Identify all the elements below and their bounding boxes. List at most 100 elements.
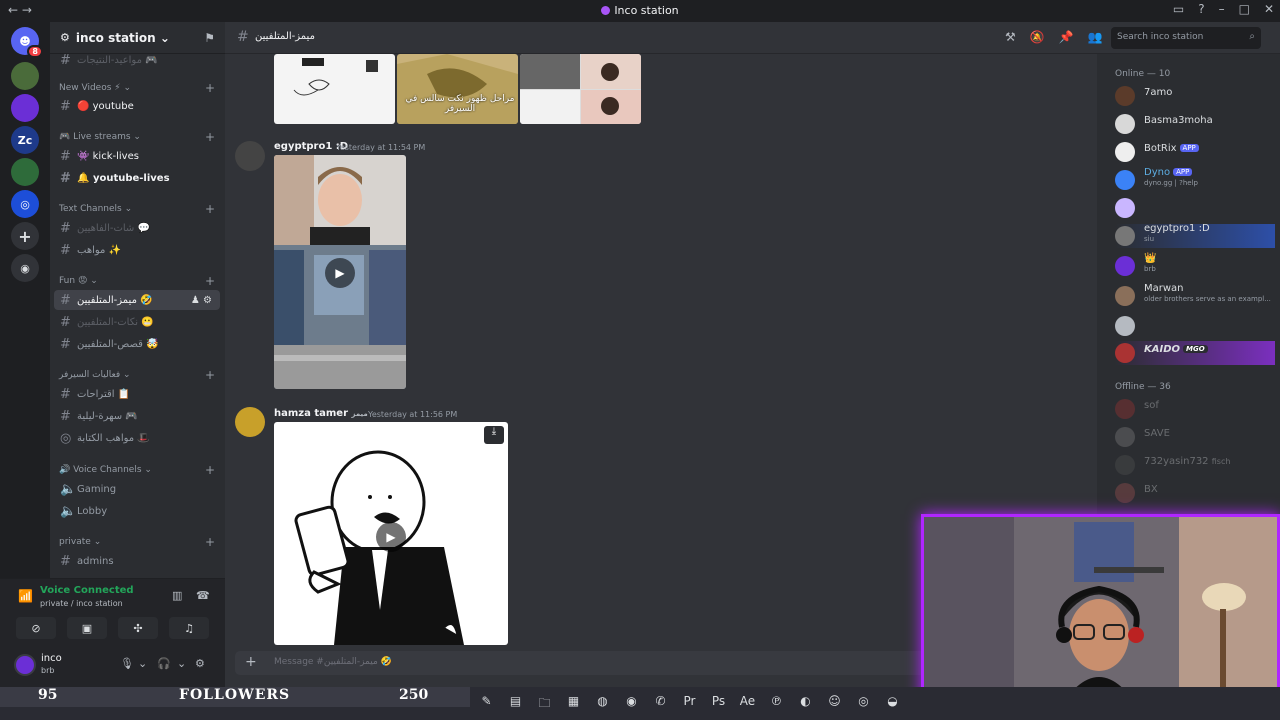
member-item[interactable]: 👑 brb (1115, 253, 1275, 278)
help-icon[interactable]: ? (1198, 2, 1204, 16)
settings-gear-icon[interactable]: ⚙ (195, 657, 205, 670)
server-icon[interactable]: ◎ (11, 190, 39, 218)
server-inco-icon[interactable] (11, 94, 39, 122)
calculator-icon[interactable]: ▦ (565, 694, 582, 715)
threads-icon[interactable]: ⚒ (1005, 30, 1016, 44)
maximize-button[interactable]: □ (1239, 2, 1250, 16)
channel-gaming[interactable]: 🔈 Gaming (54, 479, 220, 499)
discover-icon[interactable]: ◉ (11, 254, 39, 282)
camera-button[interactable]: ⊘ (16, 617, 56, 639)
category-text-channels[interactable]: Text Channels ⌄ + (59, 202, 215, 216)
download-icon[interactable]: ⤓ (484, 426, 504, 444)
browser-icon[interactable]: ◍ (594, 694, 611, 715)
chevron-down-icon[interactable]: ⌄ (177, 657, 186, 670)
add-server-icon[interactable]: + (11, 222, 39, 250)
member-item[interactable]: 7amo (1115, 84, 1275, 108)
file-icon[interactable]: ▤ (507, 694, 524, 715)
member-item[interactable]: KAIDO MGO (1115, 341, 1275, 365)
category-server-events[interactable]: فعاليات السيرفر ⌄ + (59, 368, 215, 382)
noise-icon[interactable]: ▥ (172, 589, 182, 602)
channel-kick-lives[interactable]: # 👾 kick-lives (54, 146, 220, 166)
category-live-streams[interactable]: 🎮 Live streams ⌄ + (59, 130, 215, 144)
member-item[interactable]: Basma3moha (1115, 112, 1275, 136)
server-zc-icon[interactable]: Zc (11, 126, 39, 154)
disconnect-icon[interactable]: ☎ (196, 589, 210, 602)
member-item[interactable]: SAVE (1115, 425, 1275, 449)
username[interactable]: inco (41, 653, 62, 664)
channel-item[interactable]: # نكات-المتلفيين 😬 (54, 312, 220, 332)
user-status: brb (41, 666, 55, 675)
minimize-button[interactable]: – (1219, 2, 1225, 16)
home-icon[interactable]: ☻ 8 (11, 27, 43, 58)
premiere-icon[interactable]: Pr (681, 694, 698, 715)
channel-lobby[interactable]: 🔈 Lobby (54, 501, 220, 521)
whatsapp-icon[interactable]: ✆ (652, 694, 669, 715)
video-attachment[interactable]: ▶ (274, 155, 406, 389)
spotify-icon[interactable]: ◉ (623, 694, 640, 715)
play-icon[interactable]: ▶ (325, 258, 355, 288)
server-icon[interactable] (11, 158, 39, 186)
inbox-icon[interactable]: ▭ (1173, 2, 1184, 16)
voice-location[interactable]: private / inco station (40, 599, 123, 608)
search-input[interactable]: Search inco station ⌕ (1111, 27, 1261, 49)
category-private[interactable]: private ⌄ + (59, 535, 215, 549)
invite-icon[interactable]: ⚑ (204, 31, 215, 45)
photoshop-icon[interactable]: Ps (710, 694, 727, 715)
mute-bell-icon[interactable]: 🔕 (1030, 30, 1045, 44)
message-author[interactable]: hamza tamer ميمز (274, 408, 368, 419)
member-item[interactable]: egyptpro1 :D siu (1115, 223, 1275, 248)
avatar[interactable] (14, 654, 36, 676)
channel-youtube-lives[interactable]: # 🔔 youtube-lives (54, 168, 220, 188)
pinterest-icon[interactable]: ℗ (768, 694, 785, 715)
microphone-icon[interactable]: 🎙 (120, 657, 134, 670)
avatar (1115, 86, 1135, 106)
avatar[interactable] (235, 407, 265, 437)
channel-item[interactable]: # اقتراحات 📋 (54, 384, 220, 404)
discord-icon[interactable]: ☺ (826, 694, 843, 715)
soundboard-button[interactable]: ♫ (169, 617, 209, 639)
pen-icon[interactable]: ✎ (478, 694, 495, 715)
member-item[interactable] (1115, 196, 1275, 220)
channel-item[interactable]: # سهرة-ليلية 🎮 (54, 406, 220, 426)
video-attachment[interactable]: ▶ ⤓ (274, 422, 508, 645)
meme-image[interactable] (274, 54, 395, 124)
play-icon[interactable]: ▶ (376, 522, 406, 552)
add-attachment-icon[interactable]: + (245, 654, 257, 670)
member-item[interactable]: BX (1115, 481, 1275, 505)
headphones-icon[interactable]: 🎧 (157, 657, 171, 670)
screenshare-button[interactable]: ▣ (67, 617, 107, 639)
activities-button[interactable]: ✣ (118, 617, 158, 639)
meme-image[interactable]: مراحل ظهور نكت سالس في السيرفر (397, 54, 518, 124)
channel-youtube[interactable]: # 🔴 youtube (54, 96, 220, 116)
channel-memes-active[interactable]: # ميمز-المتلفيين 🤣 ♟ ⚙ (54, 290, 220, 310)
channel-item[interactable]: # مواهب ✨ (54, 240, 220, 260)
avatar[interactable] (235, 141, 265, 171)
close-button[interactable]: ✕ (1264, 2, 1274, 16)
channel-item[interactable]: # مواعيد-النتيجات 🎮 (54, 50, 220, 70)
channel-item[interactable]: ◎ مواهب الكتابة 🎩 (54, 428, 220, 448)
category-fun[interactable]: Fun 😡 ⌄ + (59, 274, 215, 288)
category-voice-channels[interactable]: 🔊 Voice Channels ⌄ + (59, 463, 215, 477)
chrome-icon[interactable]: ◎ (855, 694, 872, 715)
after-effects-icon[interactable]: Ae (739, 694, 756, 715)
member-item[interactable] (1115, 314, 1275, 338)
gear-icon[interactable]: ⚙ (203, 295, 212, 306)
pin-icon[interactable]: 📌 (1059, 30, 1074, 44)
steam-icon[interactable]: ◒ (884, 694, 901, 715)
member-item[interactable]: Marwan older brothers serve as an exampl.… (1115, 283, 1275, 308)
chevron-down-icon[interactable]: ⌄ (138, 657, 147, 670)
member-item[interactable]: sof (1115, 397, 1275, 421)
category-new-videos[interactable]: New Videos ⚡ ⌄ + (59, 81, 215, 95)
member-item[interactable]: 732yasin732 fisch (1115, 453, 1275, 477)
meme-image[interactable] (520, 54, 641, 124)
invite-icon[interactable]: ♟ (191, 295, 200, 306)
channel-item[interactable]: # قصص-المتلفيين 🤯 (54, 334, 220, 354)
members-icon[interactable]: 👥 (1088, 30, 1103, 44)
member-item[interactable]: BotRix APP (1115, 140, 1275, 164)
folder-icon[interactable]: 🗀 (536, 694, 553, 715)
github-icon[interactable]: ◐ (797, 694, 814, 715)
channel-item[interactable]: # شات-الفاهيين 💬 (54, 218, 220, 238)
server-icon[interactable] (11, 62, 39, 90)
channel-admins[interactable]: # admins (54, 551, 220, 571)
member-item[interactable]: Dyno APP dyno.gg | ?help (1115, 167, 1275, 192)
